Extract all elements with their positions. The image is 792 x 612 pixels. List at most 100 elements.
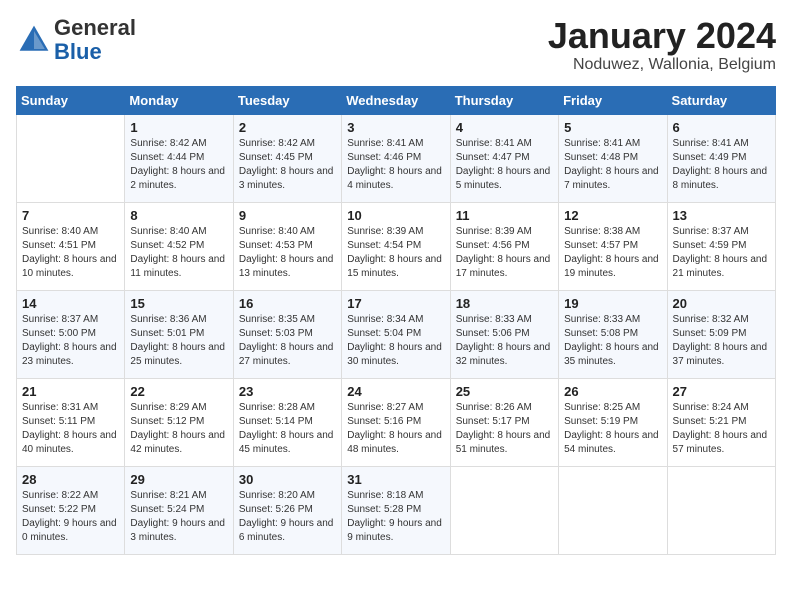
col-monday: Monday (125, 86, 233, 114)
day-number: 9 (239, 208, 336, 223)
col-tuesday: Tuesday (233, 86, 341, 114)
logo: General Blue (16, 16, 136, 64)
day-info: Sunrise: 8:32 AMSunset: 5:09 PMDaylight:… (673, 314, 768, 367)
table-cell: 30Sunrise: 8:20 AMSunset: 5:26 PMDayligh… (233, 466, 341, 554)
col-saturday: Saturday (667, 86, 775, 114)
header: General Blue January 2024 Noduwez, Wallo… (16, 16, 776, 74)
day-info: Sunrise: 8:36 AMSunset: 5:01 PMDaylight:… (130, 314, 225, 367)
day-info: Sunrise: 8:33 AMSunset: 5:08 PMDaylight:… (564, 314, 659, 367)
col-thursday: Thursday (450, 86, 558, 114)
table-cell: 8Sunrise: 8:40 AMSunset: 4:52 PMDaylight… (125, 202, 233, 290)
table-cell: 25Sunrise: 8:26 AMSunset: 5:17 PMDayligh… (450, 378, 558, 466)
table-cell: 10Sunrise: 8:39 AMSunset: 4:54 PMDayligh… (342, 202, 450, 290)
table-cell: 3 Sunrise: 8:41 AMSunset: 4:46 PMDaylight… (342, 114, 450, 202)
day-info: Sunrise: 8:18 AMSunset: 5:28 PMDaylight:… (347, 490, 442, 543)
table-cell: 29Sunrise: 8:21 AMSunset: 5:24 PMDayligh… (125, 466, 233, 554)
table-cell: 23Sunrise: 8:28 AMSunset: 5:14 PMDayligh… (233, 378, 341, 466)
table-cell: 31 Sunrise: 8:18 AMSunset: 5:28 PMDayligh… (342, 466, 450, 554)
calendar-header: Sunday Monday Tuesday Wednesday Thursday… (17, 86, 776, 114)
day-number: 19 (564, 296, 661, 311)
table-cell: 17 Sunrise: 8:34 AMSunset: 5:04 PMDayligh… (342, 290, 450, 378)
day-info: Sunrise: 8:40 AMSunset: 4:53 PMDaylight:… (239, 226, 334, 279)
day-info: Sunrise: 8:42 AMSunset: 4:45 PMDaylight:… (239, 138, 334, 191)
day-number: 30 (239, 472, 336, 487)
day-number: 4 (456, 120, 553, 135)
day-info: Sunrise: 8:25 AMSunset: 5:19 PMDaylight:… (564, 402, 659, 455)
table-cell (17, 114, 125, 202)
day-info: Sunrise: 8:42 AMSunset: 4:44 PMDaylight:… (130, 138, 225, 191)
table-cell: 5 Sunrise: 8:41 AMSunset: 4:48 PMDaylight… (559, 114, 667, 202)
day-info: Sunrise: 8:40 AMSunset: 4:52 PMDaylight:… (130, 226, 225, 279)
day-info: Sunrise: 8:41 AMSunset: 4:49 PMDaylight:… (673, 138, 768, 191)
day-info: Sunrise: 8:41 AMSunset: 4:48 PMDaylight:… (564, 138, 659, 191)
day-info: Sunrise: 8:22 AMSunset: 5:22 PMDaylight:… (22, 490, 117, 543)
header-row: Sunday Monday Tuesday Wednesday Thursday… (17, 86, 776, 114)
day-info: Sunrise: 8:31 AMSunset: 5:11 PMDaylight:… (22, 402, 117, 455)
day-number: 18 (456, 296, 553, 311)
table-cell: 2 Sunrise: 8:42 AMSunset: 4:45 PMDaylight… (233, 114, 341, 202)
table-cell: 16 Sunrise: 8:35 AMSunset: 5:03 PMDayligh… (233, 290, 341, 378)
day-number: 20 (673, 296, 770, 311)
col-sunday: Sunday (17, 86, 125, 114)
title-section: January 2024 Noduwez, Wallonia, Belgium (548, 16, 776, 74)
logo-text: General Blue (54, 16, 136, 64)
table-cell: 19 Sunrise: 8:33 AMSunset: 5:08 PMDayligh… (559, 290, 667, 378)
table-cell: 21 Sunrise: 8:31 AMSunset: 5:11 PMDayligh… (17, 378, 125, 466)
day-number: 21 (22, 384, 119, 399)
table-cell: 24 Sunrise: 8:27 AMSunset: 5:16 PMDayligh… (342, 378, 450, 466)
day-info: Sunrise: 8:37 AMSunset: 5:00 PMDaylight:… (22, 314, 117, 367)
day-number: 22 (130, 384, 227, 399)
subtitle: Noduwez, Wallonia, Belgium (548, 56, 776, 74)
table-cell (667, 466, 775, 554)
table-row: 1Sunrise: 8:42 AMSunset: 4:44 PMDaylight… (17, 114, 776, 202)
day-number: 31 (347, 472, 444, 487)
day-number: 2 (239, 120, 336, 135)
day-info: Sunrise: 8:24 AMSunset: 5:21 PMDaylight:… (673, 402, 768, 455)
col-friday: Friday (559, 86, 667, 114)
calendar-table: Sunday Monday Tuesday Wednesday Thursday… (16, 86, 776, 555)
day-info: Sunrise: 8:38 AMSunset: 4:57 PMDaylight:… (564, 226, 659, 279)
day-info: Sunrise: 8:33 AMSunset: 5:06 PMDaylight:… (456, 314, 551, 367)
day-info: Sunrise: 8:26 AMSunset: 5:17 PMDaylight:… (456, 402, 551, 455)
day-number: 10 (347, 208, 444, 223)
day-info: Sunrise: 8:39 AMSunset: 4:56 PMDaylight:… (456, 226, 551, 279)
logo-blue: Blue (54, 40, 136, 64)
day-info: Sunrise: 8:37 AMSunset: 4:59 PMDaylight:… (673, 226, 768, 279)
day-number: 23 (239, 384, 336, 399)
calendar-body: 1Sunrise: 8:42 AMSunset: 4:44 PMDaylight… (17, 114, 776, 554)
table-cell: 20 Sunrise: 8:32 AMSunset: 5:09 PMDayligh… (667, 290, 775, 378)
table-cell: 27 Sunrise: 8:24 AMSunset: 5:21 PMDayligh… (667, 378, 775, 466)
table-cell (559, 466, 667, 554)
logo-icon (16, 22, 52, 58)
day-number: 6 (673, 120, 770, 135)
day-number: 7 (22, 208, 119, 223)
table-row: 7 Sunrise: 8:40 AMSunset: 4:51 PMDaylight… (17, 202, 776, 290)
table-cell: 6 Sunrise: 8:41 AMSunset: 4:49 PMDaylight… (667, 114, 775, 202)
logo-general: General (54, 16, 136, 40)
day-info: Sunrise: 8:34 AMSunset: 5:04 PMDaylight:… (347, 314, 442, 367)
day-number: 11 (456, 208, 553, 223)
day-number: 17 (347, 296, 444, 311)
day-number: 12 (564, 208, 661, 223)
day-number: 26 (564, 384, 661, 399)
day-info: Sunrise: 8:40 AMSunset: 4:51 PMDaylight:… (22, 226, 117, 279)
day-info: Sunrise: 8:27 AMSunset: 5:16 PMDaylight:… (347, 402, 442, 455)
day-number: 3 (347, 120, 444, 135)
day-number: 5 (564, 120, 661, 135)
table-cell: 22Sunrise: 8:29 AMSunset: 5:12 PMDayligh… (125, 378, 233, 466)
table-cell: 4Sunrise: 8:41 AMSunset: 4:47 PMDaylight… (450, 114, 558, 202)
day-info: Sunrise: 8:35 AMSunset: 5:03 PMDaylight:… (239, 314, 334, 367)
table-row: 14Sunrise: 8:37 AMSunset: 5:00 PMDayligh… (17, 290, 776, 378)
day-number: 13 (673, 208, 770, 223)
day-number: 24 (347, 384, 444, 399)
col-wednesday: Wednesday (342, 86, 450, 114)
table-cell: 26 Sunrise: 8:25 AMSunset: 5:19 PMDayligh… (559, 378, 667, 466)
table-row: 28Sunrise: 8:22 AMSunset: 5:22 PMDayligh… (17, 466, 776, 554)
day-number: 16 (239, 296, 336, 311)
table-cell: 15Sunrise: 8:36 AMSunset: 5:01 PMDayligh… (125, 290, 233, 378)
day-info: Sunrise: 8:21 AMSunset: 5:24 PMDaylight:… (130, 490, 225, 543)
table-cell: 1Sunrise: 8:42 AMSunset: 4:44 PMDaylight… (125, 114, 233, 202)
day-info: Sunrise: 8:41 AMSunset: 4:46 PMDaylight:… (347, 138, 442, 191)
day-number: 27 (673, 384, 770, 399)
table-cell: 14Sunrise: 8:37 AMSunset: 5:00 PMDayligh… (17, 290, 125, 378)
